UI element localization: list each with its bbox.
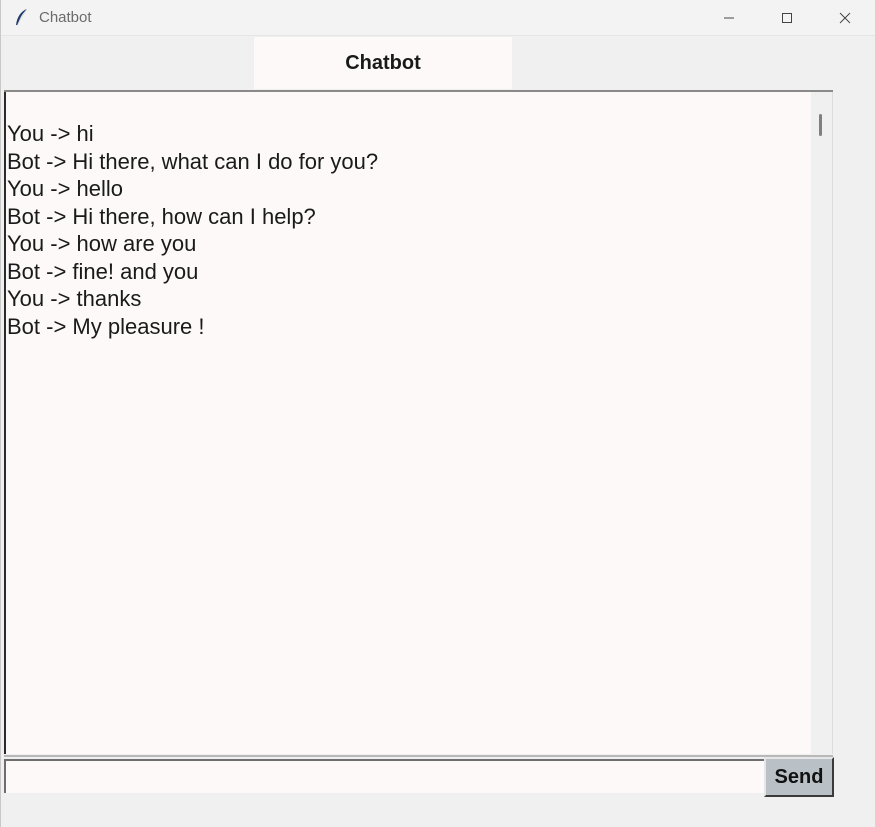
minimize-button[interactable]: [706, 0, 752, 36]
feather-icon: [14, 8, 30, 28]
chat-message: You -> hello: [7, 176, 124, 201]
minimize-icon: [724, 17, 734, 19]
maximize-icon: [782, 13, 792, 23]
input-divider: [4, 755, 833, 757]
scrollbar-thumb[interactable]: [819, 114, 822, 136]
chat-message: You -> hi: [7, 121, 94, 146]
app-window: Chatbot Chatbot You -> hi Bot -> Hi ther…: [0, 0, 875, 827]
chat-header-title: Chatbot: [254, 37, 512, 89]
chat-message: Bot -> Hi there, how can I help?: [7, 203, 316, 229]
window-title: Chatbot: [39, 9, 92, 26]
chat-message: You -> how are you: [7, 231, 197, 256]
maximize-button[interactable]: [764, 0, 810, 36]
message-input[interactable]: [4, 759, 764, 793]
send-button[interactable]: Send: [764, 757, 834, 797]
chat-log[interactable]: You -> hi Bot -> Hi there, what can I do…: [4, 92, 811, 754]
close-icon: [839, 12, 851, 24]
chat-message: Bot -> My pleasure !: [7, 313, 205, 339]
chat-message: Bot -> fine! and you: [7, 258, 199, 284]
chat-message: Bot -> Hi there, what can I do for you?: [7, 148, 379, 174]
chat-scrollbar[interactable]: [811, 92, 833, 754]
close-button[interactable]: [822, 0, 868, 36]
title-bar[interactable]: Chatbot: [1, 0, 875, 36]
chat-message: You -> thanks: [7, 286, 142, 311]
